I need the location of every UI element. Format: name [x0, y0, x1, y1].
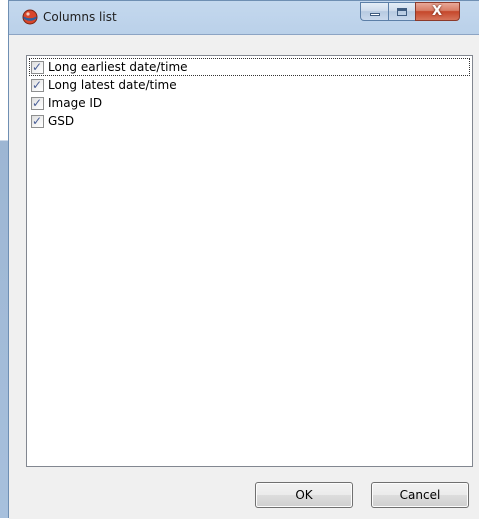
close-button[interactable]: X	[415, 2, 460, 21]
columns-checklist[interactable]: ✓ Long earliest date/time ✓ Long latest …	[26, 55, 473, 467]
minimize-button[interactable]	[360, 2, 388, 21]
checkmark-icon: ✓	[32, 77, 43, 92]
checkbox[interactable]: ✓	[31, 95, 44, 110]
columns-list-dialog: Columns list X ✓ Long earliest date/time	[8, 0, 479, 519]
window-title: Columns list	[43, 10, 117, 24]
ok-button[interactable]: OK	[255, 482, 353, 508]
checkbox[interactable]: ✓	[31, 59, 44, 74]
list-item[interactable]: ✓ Image ID	[29, 94, 102, 112]
caption-buttons: X	[360, 2, 460, 22]
checkbox[interactable]: ✓	[31, 113, 44, 128]
title-bar[interactable]: Columns list X	[9, 1, 479, 34]
cancel-button[interactable]: Cancel	[371, 482, 469, 508]
list-item[interactable]: ✓ Long earliest date/time	[29, 58, 470, 76]
list-item[interactable]: ✓ GSD	[29, 112, 74, 130]
maximize-button[interactable]	[388, 2, 415, 21]
list-item[interactable]: ✓ Long latest date/time	[29, 76, 177, 94]
list-item-label: GSD	[48, 114, 75, 128]
background-window-edge	[0, 0, 8, 518]
minimize-icon	[370, 13, 380, 16]
close-icon: X	[432, 4, 443, 19]
list-item-label: Long earliest date/time	[48, 60, 188, 74]
checkmark-icon: ✓	[32, 113, 43, 128]
dialog-client-area: ✓ Long earliest date/time ✓ Long latest …	[9, 34, 479, 519]
app-icon	[22, 9, 38, 25]
checkbox[interactable]: ✓	[31, 77, 44, 92]
list-item-label: Image ID	[48, 96, 103, 110]
checkmark-icon: ✓	[32, 95, 43, 110]
checkmark-icon: ✓	[32, 59, 43, 74]
maximize-icon	[397, 8, 407, 16]
list-item-label: Long latest date/time	[48, 78, 177, 92]
